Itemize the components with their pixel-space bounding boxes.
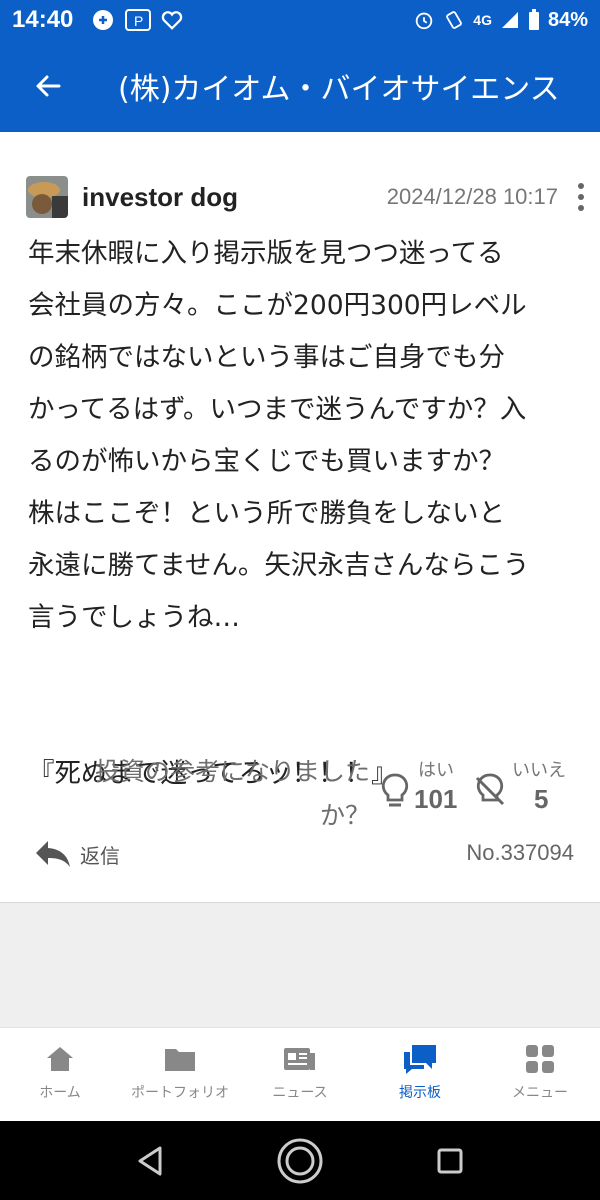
network-type: 4G [473, 12, 492, 28]
notification-app-icon [93, 10, 114, 30]
more-options-button[interactable] [576, 183, 586, 211]
notification-p-icon: P [125, 9, 152, 31]
dot-icon [578, 205, 584, 211]
page-title: (株)カイオム・バイオサイエンス [118, 72, 560, 107]
app-bar: (株)カイオム・バイオサイエンス [0, 40, 600, 132]
arrow-left-icon [36, 75, 61, 97]
tab-news[interactable]: ニュース [240, 1028, 360, 1122]
tab-label: メニュー [512, 1085, 568, 1101]
bottom-tab-bar: ホーム ポートフォリオ ニュース 掲示板 メニュー [0, 1027, 600, 1122]
news-icon [284, 1048, 315, 1070]
folder-icon [165, 1049, 195, 1071]
status-time: 14:40 [12, 6, 74, 33]
background-area [0, 903, 600, 1027]
circle-home-icon [277, 1138, 323, 1183]
reply-icon [36, 841, 70, 867]
notification-heart-icon [162, 11, 183, 30]
post-header: investor dog 2024/12/28 10:17 [26, 174, 586, 220]
tab-label: ポートフォリオ [131, 1085, 229, 1101]
status-bar: 14:40 P 4G 84% [0, 0, 600, 40]
author-name[interactable]: investor dog [82, 182, 238, 213]
vote-yes-label: はい [418, 760, 454, 781]
tab-portfolio[interactable]: ポートフォリオ [120, 1028, 240, 1122]
nav-home-button[interactable] [225, 1121, 375, 1200]
post-card: investor dog 2024/12/28 10:17 年末休暇に入り掲示版… [0, 132, 600, 903]
post-number: No.337094 [466, 840, 574, 865]
reply-button[interactable]: 返信 [34, 834, 120, 874]
nav-recents-button[interactable] [375, 1121, 525, 1200]
reply-label: 返信 [80, 843, 120, 868]
triangle-back-icon [138, 1146, 162, 1175]
alarm-icon [416, 12, 433, 30]
nav-back-button[interactable] [75, 1121, 225, 1200]
signal-icon [501, 12, 518, 28]
home-icon [47, 1047, 73, 1071]
vote-yes-count: 101 [414, 784, 458, 814]
vote-no-button[interactable]: いいえ 5 [474, 756, 584, 826]
lightbulb-icon [381, 773, 409, 807]
tab-label: ニュース [272, 1085, 328, 1101]
battery-level: 84% [547, 8, 588, 31]
square-recents-icon [437, 1148, 463, 1173]
tab-label: 掲示板 [399, 1085, 441, 1101]
post-body: 年末休暇に入り掲示版を見つつ迷ってる 会社員の方々。ここが200円300円レベル… [28, 238, 530, 789]
dot-icon [578, 194, 584, 200]
dot-icon [578, 183, 584, 189]
battery-icon [528, 9, 539, 30]
system-nav-bar [0, 1121, 600, 1200]
vote-no-label: いいえ [512, 760, 566, 781]
vibrate-icon [446, 11, 463, 29]
back-button[interactable] [18, 56, 78, 116]
grid-icon [526, 1045, 554, 1073]
tab-home[interactable]: ホーム [0, 1028, 120, 1122]
tab-menu[interactable]: メニュー [480, 1028, 600, 1122]
avatar[interactable] [26, 176, 68, 218]
tab-board[interactable]: 掲示板 [360, 1028, 480, 1122]
svg-text:P: P [134, 13, 143, 29]
lightbulb-off-icon [475, 773, 505, 806]
tab-label: ホーム [39, 1085, 81, 1101]
chat-icon [404, 1045, 436, 1074]
vote-yes-button[interactable]: はい 101 [380, 756, 470, 826]
helpful-question: 投資の参考になりました か？ [94, 757, 370, 830]
vote-no-count: 5 [534, 784, 549, 814]
post-date: 2024/12/28 10:17 [386, 184, 558, 209]
